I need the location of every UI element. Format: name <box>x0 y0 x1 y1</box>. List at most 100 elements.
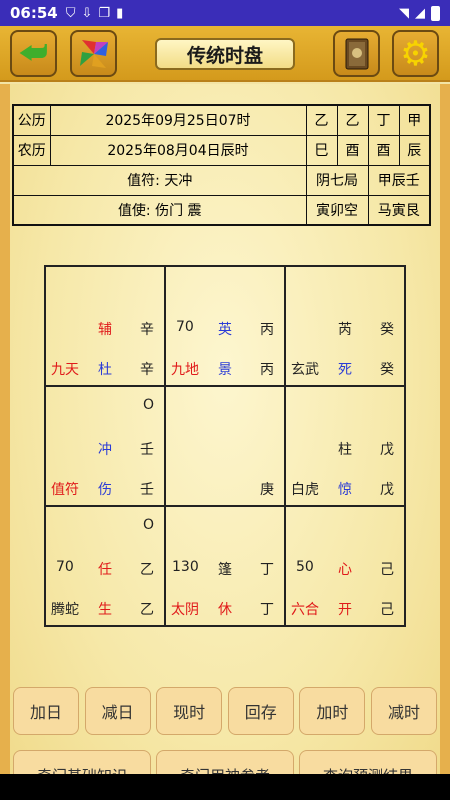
lunar-zhi-3: 酉 <box>367 134 400 166</box>
lunar-zhi-1: 巳 <box>305 134 338 166</box>
save-button[interactable]: 回存 <box>227 687 294 735</box>
door: 死 <box>338 362 352 378</box>
heaven-stem: 丁 <box>260 562 274 578</box>
star: 冲 <box>98 442 112 458</box>
heaven-stem: 丙 <box>260 322 274 338</box>
heaven-stem: 辛 <box>140 322 154 338</box>
earth-stem: 庚 <box>260 482 274 498</box>
xun-cell: 甲辰壬 <box>367 164 431 196</box>
lunar-zhi-2: 酉 <box>336 134 369 166</box>
shield-icon: ⛉ <box>65 5 76 21</box>
star: 辅 <box>98 322 112 338</box>
signal-icon: ◢ <box>415 5 425 21</box>
ma-cell: 马寅艮 <box>367 194 431 226</box>
solar-gan-2: 乙 <box>336 104 369 136</box>
zhifu-cell: 值符: 天冲 <box>12 164 307 196</box>
palace-center[interactable]: 庚 <box>165 386 285 506</box>
deity: 腾蛇 <box>51 602 79 618</box>
door: 景 <box>218 362 232 378</box>
number: 70 <box>176 319 194 335</box>
star: 心 <box>338 562 352 578</box>
lunar-date: 2025年08月04日辰时 <box>49 134 307 166</box>
heaven-stem: 乙 <box>140 562 154 578</box>
heaven-stem: 癸 <box>380 322 394 338</box>
solar-date: 2025年09月25日07时 <box>49 104 307 136</box>
number: 50 <box>296 559 314 575</box>
copy-icon: ❐ <box>98 5 111 21</box>
earth-stem: 辛 <box>140 362 154 378</box>
palace-bottom-left[interactable]: O 70 任 乙 腾蛇 生 乙 <box>45 506 165 626</box>
number: 70 <box>56 559 74 575</box>
now-button[interactable]: 现时 <box>156 687 223 735</box>
settings-button[interactable]: ⚙ <box>392 30 439 77</box>
lunar-label: 农历 <box>12 134 51 166</box>
zhishi-cell: 值使: 伤门 震 <box>12 194 307 226</box>
deity: 六合 <box>291 602 319 618</box>
palace-top-center[interactable]: 70 英 丙 九地 景 丙 <box>165 266 285 386</box>
battery-icon <box>431 5 440 21</box>
earth-stem: 壬 <box>140 482 154 498</box>
palace-top-right[interactable]: 芮 癸 玄武 死 癸 <box>285 266 405 386</box>
earth-stem: 己 <box>380 602 394 618</box>
deity: 九地 <box>171 362 199 378</box>
earth-stem: 乙 <box>140 602 154 618</box>
navigation-bar <box>0 774 450 800</box>
solar-label: 公历 <box>12 104 51 136</box>
kong-mark: O <box>142 517 154 533</box>
palace-bottom-right[interactable]: 50 心 己 六合 开 己 <box>285 506 405 626</box>
status-time: 06:54 <box>10 4 58 22</box>
earth-stem: 丁 <box>260 602 274 618</box>
page-title: 传统时盘 <box>155 38 295 70</box>
door: 休 <box>218 602 232 618</box>
sub-day-button[interactable]: 减日 <box>84 687 151 735</box>
palace-middle-right[interactable]: 柱 戊 白虎 惊 戊 <box>285 386 405 506</box>
palace-middle-left[interactable]: O 冲 壬 值符 伤 壬 <box>45 386 165 506</box>
gear-icon: ⚙ <box>400 33 431 74</box>
kong-mark: O <box>142 397 154 413</box>
book-button[interactable] <box>333 30 380 77</box>
solar-gan-4: 甲 <box>398 104 431 136</box>
add-day-button[interactable]: 加日 <box>13 687 79 735</box>
earth-stem: 丙 <box>260 362 274 378</box>
pinwheel-button[interactable] <box>70 30 117 77</box>
earth-stem: 戊 <box>380 482 394 498</box>
door: 生 <box>98 602 112 618</box>
add-hour-button[interactable]: 加时 <box>299 687 366 735</box>
star: 芮 <box>338 322 352 338</box>
heaven-stem: 己 <box>380 562 394 578</box>
deity: 太阴 <box>171 602 199 618</box>
pinwheel-icon <box>79 39 108 68</box>
solar-gan-1: 乙 <box>305 104 338 136</box>
kong-cell: 寅卯空 <box>305 194 369 226</box>
lunar-zhi-4: 辰 <box>398 134 431 166</box>
earth-stem: 癸 <box>380 362 394 378</box>
sd-card-icon: ▮ <box>116 5 124 21</box>
door: 伤 <box>98 482 112 498</box>
deity: 玄武 <box>291 362 319 378</box>
palace-top-left[interactable]: 辅 辛 九天 杜 辛 <box>45 266 165 386</box>
number: 130 <box>172 559 199 575</box>
star: 英 <box>218 322 232 338</box>
door: 惊 <box>338 482 352 498</box>
heaven-stem: 壬 <box>140 442 154 458</box>
action-button-row: 加日 减日 现时 回存 加时 减时 <box>13 687 437 735</box>
star: 柱 <box>338 442 352 458</box>
back-arrow-icon: ⮨ <box>19 36 48 71</box>
door: 杜 <box>98 362 112 378</box>
sub-hour-button[interactable]: 减时 <box>370 687 437 735</box>
back-button[interactable]: ⮨ <box>10 30 57 77</box>
deity: 九天 <box>51 362 79 378</box>
palace-bottom-center[interactable]: 130 篷 丁 太阴 休 丁 <box>165 506 285 626</box>
deity: 白虎 <box>291 482 319 498</box>
star: 任 <box>98 562 112 578</box>
door: 开 <box>338 602 352 618</box>
solar-gan-3: 丁 <box>367 104 400 136</box>
book-icon <box>345 38 368 69</box>
star: 篷 <box>218 562 232 578</box>
status-bar: 06:54 ⛉ ⇩ ❐ ▮ ◥ ◢ <box>0 0 450 26</box>
deity: 值符 <box>51 482 79 498</box>
info-table: 公历 2025年09月25日07时 乙 乙 丁 甲 农历 2025年08月04日… <box>12 104 431 226</box>
heaven-stem: 戊 <box>380 442 394 458</box>
toolbar: ⮨ 传统时盘 ⚙ <box>0 26 450 82</box>
wifi-icon: ◥ <box>399 5 409 21</box>
